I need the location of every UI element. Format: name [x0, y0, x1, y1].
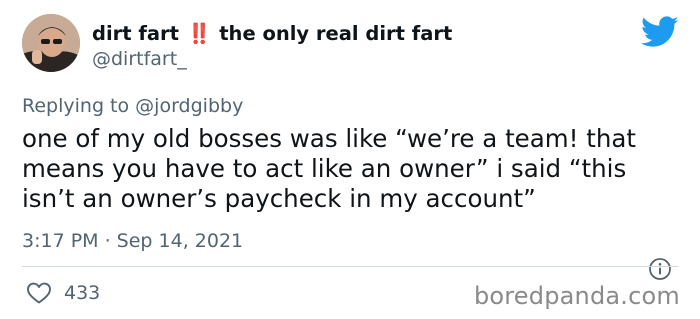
divider [22, 266, 678, 267]
like-count: 433 [64, 282, 101, 304]
heart-icon[interactable] [26, 281, 52, 305]
reply-mention-link[interactable]: @jordgibby [135, 95, 243, 117]
tweet-timestamp[interactable]: 3:17 PM · Sep 14, 2021 [22, 230, 243, 252]
double-exclamation-emoji: ‼️ [186, 21, 212, 45]
replying-to: Replying to @jordgibby [22, 95, 243, 117]
boredpanda-watermark: boredpanda.com [473, 282, 680, 310]
tweet-card: dirt fart ‼️ the only real dirt fart @di… [0, 0, 700, 319]
info-icon[interactable] [648, 257, 672, 281]
tweet-text: one of my old bosses was like “we’re a t… [22, 124, 682, 214]
avatar[interactable] [22, 14, 80, 72]
author-name-suffix: the only real dirt fart [219, 21, 453, 45]
author-name-prefix: dirt fart [92, 21, 179, 45]
tweet-text-line: isn’t an owner’s paycheck in my account” [22, 184, 536, 213]
tweet-text-line: one of my old bosses was like “we’re a t… [22, 124, 636, 153]
like-button[interactable]: 433 [26, 281, 100, 305]
author-handle[interactable]: @dirtfart_ [92, 48, 187, 70]
replying-to-label: Replying to [22, 95, 130, 117]
twitter-bird-icon[interactable] [641, 16, 679, 48]
tweet-text-line: means you have to act like an owner” i s… [22, 154, 627, 183]
author-name[interactable]: dirt fart ‼️ the only real dirt fart [92, 20, 452, 46]
